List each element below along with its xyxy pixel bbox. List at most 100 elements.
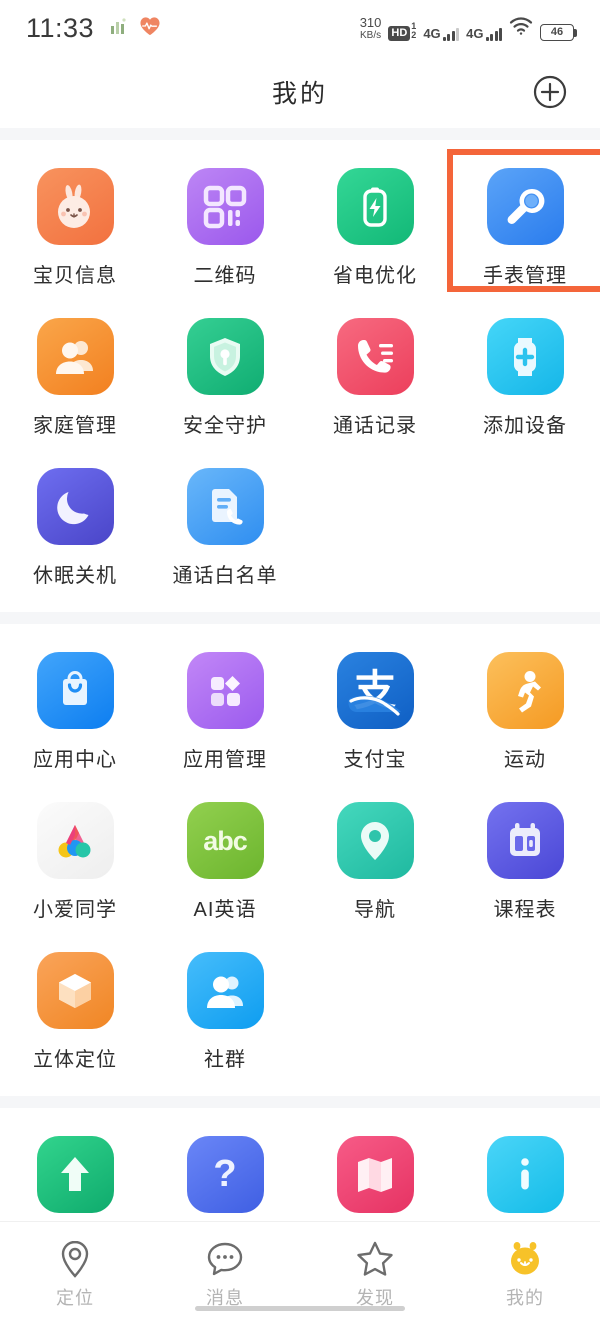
- svg-text:abc: abc: [203, 826, 248, 856]
- section-divider-system: [0, 1096, 600, 1108]
- status-bar: 11:33 310 KB/s HD 1 2 4G 4G 46: [0, 0, 600, 56]
- grid-item-call-log[interactable]: 通话记录: [300, 306, 450, 452]
- network-speed-unit: KB/s: [359, 29, 382, 41]
- moon-icon: [36, 468, 114, 545]
- shield-icon: [186, 318, 264, 395]
- status-left-icons: [108, 15, 161, 42]
- grid-item-baby-info[interactable]: 宝贝信息: [0, 156, 150, 302]
- add-device-icon: [486, 318, 564, 395]
- grid-item-app-center[interactable]: 应用中心: [0, 640, 150, 786]
- network-type-1: 4G: [423, 25, 441, 41]
- page-title: 我的: [271, 80, 328, 108]
- section-divider-apps: [0, 612, 600, 624]
- runner-icon: [486, 652, 564, 729]
- tab-label: 定位: [56, 1288, 94, 1308]
- page-header: 我的: [0, 56, 600, 128]
- abc-icon: abc: [186, 802, 264, 879]
- grid-item-label: 省电优化: [333, 265, 417, 287]
- home-indicator: [195, 1306, 405, 1311]
- wrench-icon: [486, 168, 564, 245]
- heart-icon: [139, 16, 161, 41]
- battery-level: 46: [550, 26, 564, 38]
- network-type-2: 4G: [466, 25, 484, 41]
- rabbit-icon: [36, 168, 114, 245]
- grid-item-label: 课程表: [493, 899, 557, 921]
- grid-item-app-management[interactable]: 应用管理: [150, 640, 300, 786]
- grid-item-safety-guard[interactable]: 安全守护: [150, 306, 300, 452]
- call-log-icon: [336, 318, 414, 395]
- grid-item-label: 应用管理: [183, 749, 267, 771]
- cube-icon: [36, 952, 114, 1029]
- location-pin-icon: [56, 1236, 94, 1282]
- battery-saver-icon: [336, 168, 414, 245]
- status-time: 11:33: [26, 12, 95, 43]
- hd-voice-icon: HD 1 2: [388, 21, 417, 41]
- section-device: 宝贝信息 二维码 省电优化 手表管理 家庭管理 安全守护 通话记录 添加设备 休…: [0, 140, 600, 612]
- status-right-icons: 310 KB/s HD 1 2 4G 4G 46: [360, 16, 577, 41]
- whitelist-icon: [186, 468, 264, 545]
- hd-label: HD: [388, 25, 411, 41]
- grid-item-call-whitelist[interactable]: 通话白名单: [150, 456, 300, 602]
- grid-item-watch-management[interactable]: 手表管理: [450, 156, 600, 302]
- grid-item-qrcode[interactable]: 二维码: [150, 156, 300, 302]
- tab-discover[interactable]: 发现: [300, 1236, 450, 1310]
- community-icon: [186, 952, 264, 1029]
- grid-item-sports[interactable]: 运动: [450, 640, 600, 786]
- grid-item-schedule[interactable]: 课程表: [450, 790, 600, 936]
- grid-item-label: 通话记录: [333, 415, 417, 437]
- grid-item-label: 手表管理: [483, 265, 567, 287]
- signal-sim1: 4G: [423, 25, 460, 41]
- alipay-icon: 支: [336, 652, 414, 729]
- grid-item-battery-saver[interactable]: 省电优化: [300, 156, 450, 302]
- grid-item-label: 支付宝: [343, 749, 407, 771]
- grid-item-label: 立体定位: [33, 1049, 117, 1071]
- question-icon: ?: [186, 1136, 264, 1213]
- qrcode-icon: [186, 168, 264, 245]
- battery-icon: 46: [540, 23, 577, 41]
- tab-label: 我的: [506, 1288, 544, 1308]
- tab-location[interactable]: 定位: [0, 1236, 150, 1310]
- grid-item-alipay[interactable]: 支 支付宝: [300, 640, 450, 786]
- tab-profile[interactable]: 我的: [450, 1236, 600, 1310]
- info-icon: [486, 1136, 564, 1213]
- tab-messages[interactable]: 消息: [150, 1236, 300, 1310]
- grid-item-community[interactable]: 社群: [150, 940, 300, 1086]
- grid-item-navigation[interactable]: 导航: [300, 790, 450, 936]
- sim-indices: 1 2: [411, 21, 417, 41]
- app-grid-icon: [186, 652, 264, 729]
- signal-bars-2: [485, 27, 502, 41]
- plus-circle-icon[interactable]: [530, 72, 570, 112]
- grid-item-3d-location[interactable]: 立体定位: [0, 940, 150, 1086]
- grid-item-label: 小爱同学: [33, 899, 117, 921]
- grid-item-add-device[interactable]: 添加设备: [450, 306, 600, 452]
- network-speed: 310 KB/s: [360, 16, 382, 41]
- grid-item-label: AI英语: [193, 899, 257, 921]
- section-divider-top: [0, 128, 600, 140]
- arrow-up-icon: [36, 1136, 114, 1213]
- navigation-pin-icon: [336, 802, 414, 879]
- grid-item-label: 休眠关机: [33, 565, 117, 587]
- equalizer-icon: [108, 15, 130, 42]
- grid-item-label: 二维码: [193, 265, 257, 287]
- grid-item-label: 安全守护: [183, 415, 267, 437]
- grid-item-label: 宝贝信息: [33, 265, 117, 287]
- icon-grid-device: 宝贝信息 二维码 省电优化 手表管理 家庭管理 安全守护 通话记录 添加设备 休…: [0, 156, 600, 602]
- app-store-icon: [36, 652, 114, 729]
- grid-item-label: 添加设备: [483, 415, 567, 437]
- grid-item-family-management[interactable]: 家庭管理: [0, 306, 150, 452]
- grid-item-xiaoai[interactable]: 小爱同学: [0, 790, 150, 936]
- sim2-index: 2: [411, 30, 417, 41]
- grid-item-ai-english[interactable]: abc AI英语: [150, 790, 300, 936]
- grid-item-sleep-shutdown[interactable]: 休眠关机: [0, 456, 150, 602]
- schedule-icon: [486, 802, 564, 879]
- signal-sim2: 4G: [466, 27, 502, 41]
- grid-item-label: 家庭管理: [33, 415, 117, 437]
- signal-bars-1: [442, 27, 460, 41]
- svg-text:?: ?: [213, 1153, 236, 1195]
- section-apps: 应用中心 应用管理 支 支付宝 运动 小爱同学 abc AI英语 导航 课程表 …: [0, 624, 600, 1096]
- grid-item-label: 运动: [504, 749, 546, 771]
- map-icon: [336, 1136, 414, 1213]
- profile-chick-icon: [504, 1236, 546, 1282]
- wifi-icon: [509, 16, 533, 40]
- star-icon: [355, 1236, 395, 1282]
